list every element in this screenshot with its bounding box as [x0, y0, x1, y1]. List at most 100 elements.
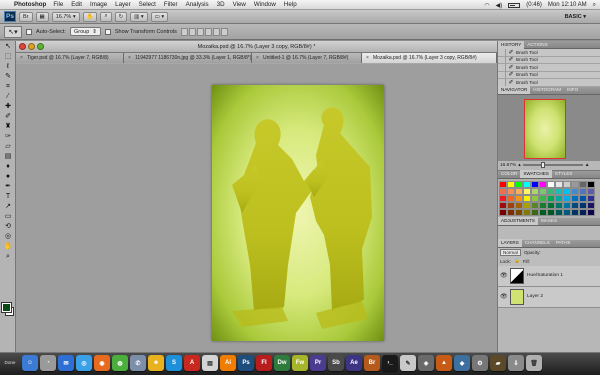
tab-info[interactable]: INFO: [564, 86, 581, 94]
close-tab-icon[interactable]: ×: [20, 53, 25, 63]
color-swatch[interactable]: [531, 201, 539, 209]
color-swatch[interactable]: [507, 201, 515, 209]
photoshop-icon[interactable]: Ps: [238, 355, 254, 371]
tab-actions[interactable]: ACTIONS: [524, 41, 550, 49]
menu-edit[interactable]: Edit: [71, 1, 82, 8]
align-vcenter-button[interactable]: [188, 27, 196, 36]
ichat-icon[interactable]: ✆: [130, 355, 146, 371]
layer-row[interactable]: 👁 Hue/Saturation 1: [498, 265, 600, 287]
tab-tiger[interactable]: × Tiger.psd @ 16.7% (Layer 7, RGB/8): [16, 53, 124, 63]
zoom-tool-icon[interactable]: ⌕: [2, 252, 14, 261]
pencil-app-icon[interactable]: ✎: [400, 355, 416, 371]
tab-mozaika[interactable]: × Mozaika.psd @ 16.7% (Layer 3 copy, RGB/…: [362, 53, 497, 63]
healing-brush-tool-icon[interactable]: ✚: [2, 102, 14, 111]
menu-analysis[interactable]: Analysis: [186, 1, 209, 8]
vlc-icon[interactable]: ▲: [436, 355, 452, 371]
lock-icon[interactable]: 🔒: [514, 258, 520, 264]
move-tool-icon[interactable]: ↖: [2, 42, 14, 51]
folder-icon[interactable]: ▰: [490, 355, 506, 371]
blend-mode-select[interactable]: Normal: [500, 248, 521, 256]
menu-filter[interactable]: Filter: [164, 1, 178, 8]
color-swatch[interactable]: [499, 201, 507, 209]
hand-tool-icon[interactable]: ✋: [2, 242, 14, 251]
color-swatch[interactable]: [531, 194, 539, 202]
tab-swatches[interactable]: SWATCHES: [520, 170, 552, 178]
align-bottom-button[interactable]: [196, 27, 204, 36]
layer-row[interactable]: 👁 Layer 2: [498, 286, 600, 308]
premiere-icon[interactable]: Pr: [310, 355, 326, 371]
color-swatch[interactable]: [587, 208, 595, 216]
color-swatch[interactable]: [555, 187, 563, 195]
color-swatch[interactable]: [579, 208, 587, 216]
tab-channels[interactable]: CHANNELS: [522, 239, 553, 247]
flash-icon[interactable]: Fl: [256, 355, 272, 371]
color-swatch[interactable]: [587, 201, 595, 209]
color-swatch[interactable]: [499, 187, 507, 195]
zoom-tool-button[interactable]: ⌕: [100, 11, 112, 22]
history-snapshot-checkbox[interactable]: [498, 78, 506, 86]
menu-3d[interactable]: 3D: [217, 1, 225, 8]
blur-tool-icon[interactable]: ♦: [2, 162, 14, 171]
workspace-switcher[interactable]: BASIC ▾: [565, 12, 586, 22]
tab-layers[interactable]: LAYERS: [498, 239, 522, 247]
color-swatch[interactable]: [523, 180, 531, 188]
brush-tool-icon[interactable]: ✐: [2, 112, 14, 121]
color-swatch[interactable]: [515, 180, 523, 188]
color-swatch[interactable]: [571, 187, 579, 195]
color-swatch[interactable]: [555, 208, 563, 216]
visibility-eye-icon[interactable]: 👁: [500, 293, 508, 300]
tab-untitled[interactable]: × Untitled-1 @ 16.7% (Layer 7, RGB/8#): [252, 53, 362, 63]
dreamweaver-icon[interactable]: Dw: [274, 355, 290, 371]
color-swatch[interactable]: [523, 208, 531, 216]
3d-rotate-tool-icon[interactable]: ⟲: [2, 222, 14, 231]
auto-select-dropdown[interactable]: Group ⇕: [69, 27, 101, 36]
menu-image[interactable]: Image: [90, 1, 107, 8]
app-menu[interactable]: Photoshop: [14, 1, 46, 8]
canvas-area[interactable]: [16, 64, 497, 352]
color-swatch[interactable]: [587, 194, 595, 202]
color-swatch[interactable]: [571, 180, 579, 188]
navigator-thumbnail[interactable]: [524, 98, 566, 159]
color-swatch[interactable]: [547, 194, 555, 202]
visibility-eye-icon[interactable]: 👁: [500, 272, 508, 279]
chrome-icon[interactable]: ◍: [112, 355, 128, 371]
history-snapshot-checkbox[interactable]: [498, 71, 506, 79]
auto-select-checkbox[interactable]: [26, 28, 32, 35]
color-swatch[interactable]: [563, 201, 571, 209]
eyedropper-tool-icon[interactable]: ⁄: [2, 92, 14, 101]
color-swatch[interactable]: [507, 187, 515, 195]
color-swatch[interactable]: [571, 201, 579, 209]
system-preferences-icon[interactable]: ⚙: [472, 355, 488, 371]
downloads-icon[interactable]: ⇩: [508, 355, 524, 371]
color-swatch[interactable]: [539, 194, 547, 202]
fireworks-icon[interactable]: Fw: [292, 355, 308, 371]
navigator-zoom-value[interactable]: 16.67%: [500, 163, 516, 168]
color-swatch[interactable]: [515, 194, 523, 202]
color-swatch[interactable]: [547, 201, 555, 209]
terminal-icon[interactable]: ›_: [382, 355, 398, 371]
network-icon[interactable]: ◆: [454, 355, 470, 371]
color-swatch[interactable]: [587, 187, 595, 195]
mail-icon[interactable]: ✉: [58, 355, 74, 371]
color-swatch[interactable]: [523, 194, 531, 202]
bridge-button[interactable]: Br: [19, 11, 33, 22]
gradient-tool-icon[interactable]: ▤: [2, 152, 14, 161]
menu-select[interactable]: Select: [139, 1, 156, 8]
foreground-color-swatch[interactable]: [1, 302, 12, 313]
preview-icon[interactable]: ▤: [202, 355, 218, 371]
menu-view[interactable]: View: [233, 1, 246, 8]
tab-photo[interactable]: × 11942977 1186730n.jpg @ 33.3% (Layer 1,…: [124, 53, 252, 63]
tab-masks[interactable]: MASKS: [538, 217, 560, 225]
trash-icon[interactable]: 🗑: [526, 355, 542, 371]
rotate-view-button[interactable]: ↻: [114, 11, 128, 22]
skype-icon[interactable]: S: [166, 355, 182, 371]
align-top-button[interactable]: [180, 27, 188, 36]
history-brush-tool-icon[interactable]: ✑: [2, 132, 14, 141]
align-right-button[interactable]: [220, 27, 228, 36]
color-swatch[interactable]: [531, 180, 539, 188]
color-swatch[interactable]: [563, 180, 571, 188]
close-tab-icon[interactable]: ×: [366, 53, 371, 63]
history-snapshot-checkbox[interactable]: [498, 48, 506, 56]
navigator-zoom-slider[interactable]: [522, 162, 583, 168]
clone-stamp-tool-icon[interactable]: ♜: [2, 122, 14, 131]
